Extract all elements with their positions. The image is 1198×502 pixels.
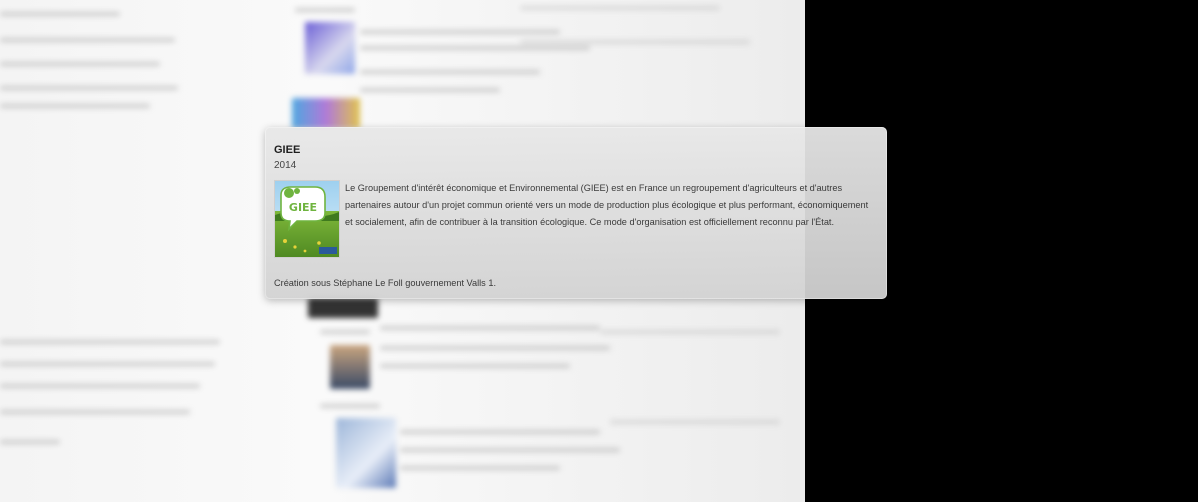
giee-logo-thumbnail[interactable]: GIEE	[274, 180, 340, 258]
info-popup-card[interactable]: GIEE 2014 GIEE Le Groupement d'intérêt é…	[265, 127, 887, 299]
popup-year: 2014	[274, 160, 297, 171]
svg-text:GIEE: GIEE	[289, 201, 317, 214]
popup-body: GIEE Le Groupement d'intérêt économique …	[274, 180, 877, 258]
popup-footer: Création sous Stéphane Le Foll gouvernem…	[274, 278, 496, 288]
giee-logo-image: GIEE	[275, 181, 339, 257]
popup-title: GIEE	[274, 144, 301, 156]
popup-description: Le Groupement d'intérêt économique et En…	[345, 183, 869, 227]
screen: GIEE 2014 GIEE Le Groupement d'intérêt é…	[0, 0, 1198, 502]
